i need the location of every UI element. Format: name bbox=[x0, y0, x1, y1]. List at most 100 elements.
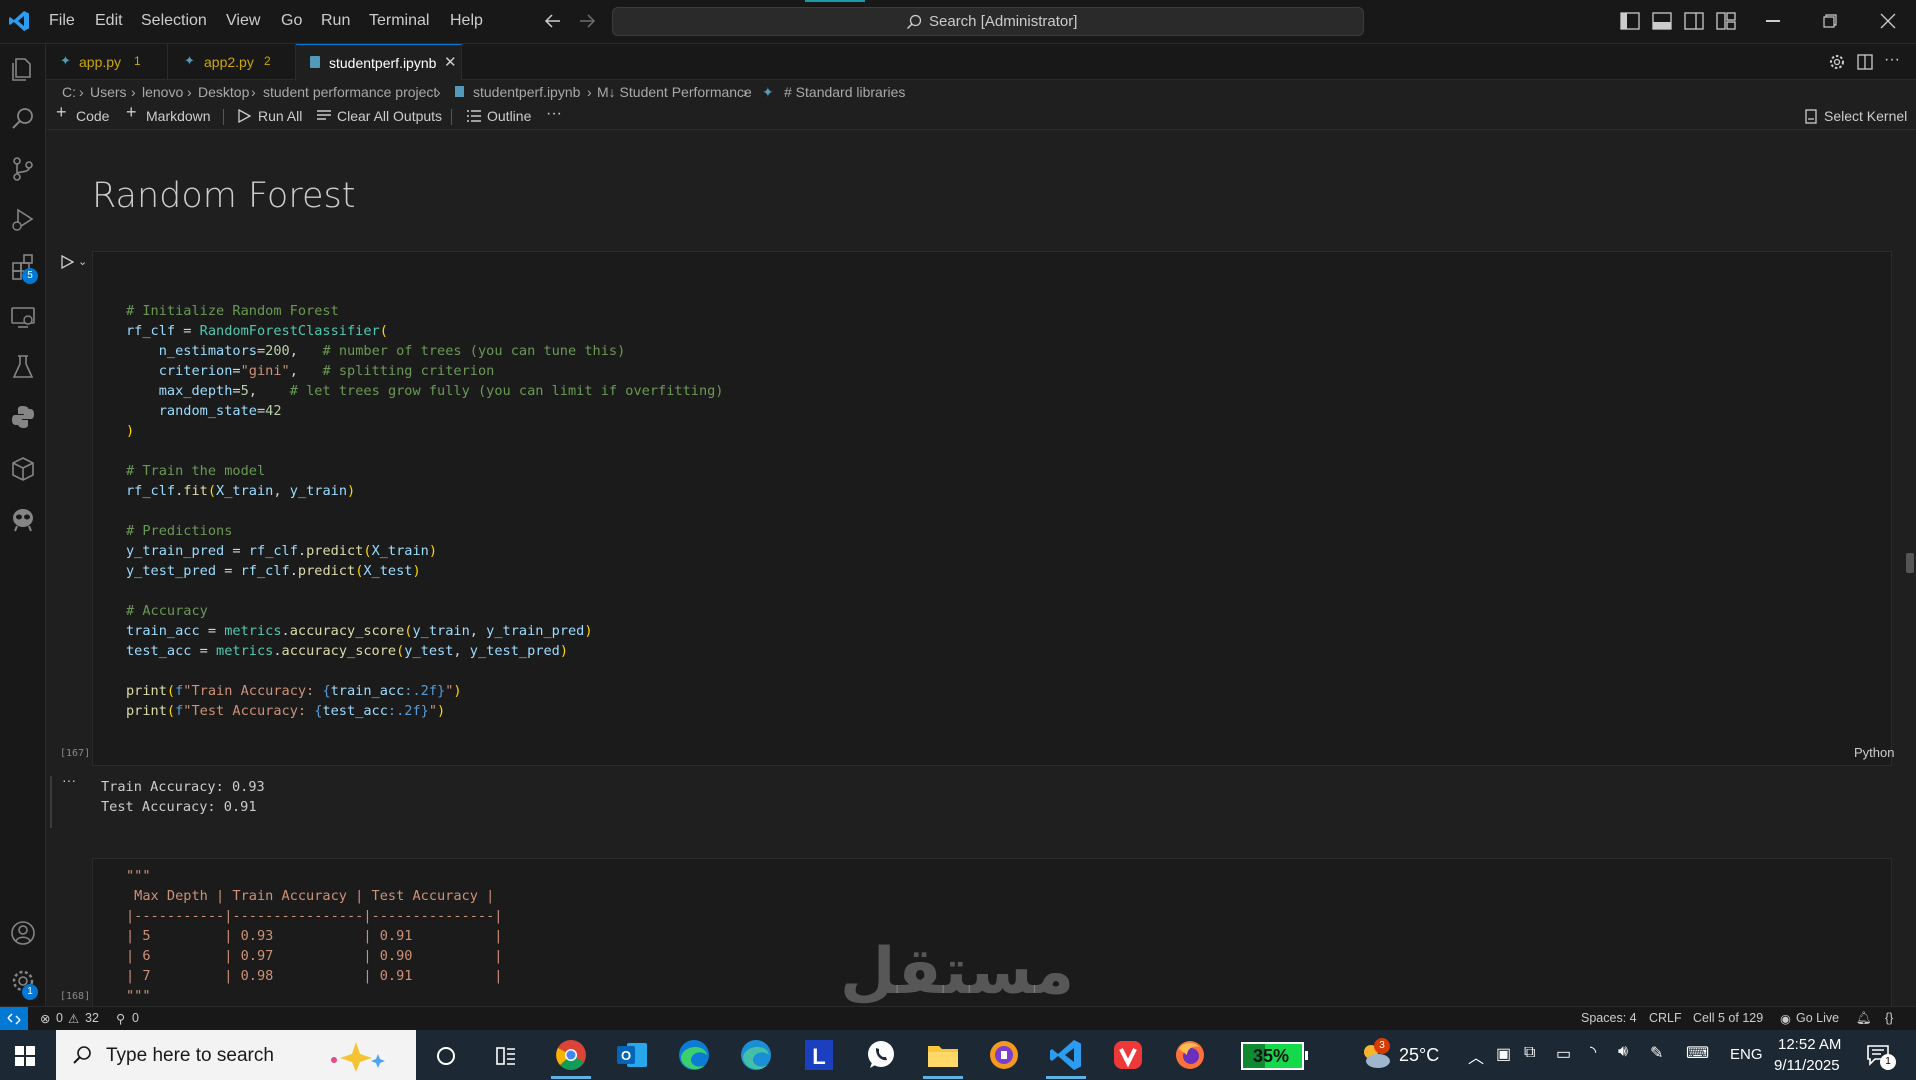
output-line: Train Accuracy: 0.93 bbox=[101, 779, 265, 795]
battery-widget[interactable]: 35% bbox=[1241, 1042, 1304, 1070]
cell-source[interactable]: """ Max Depth | Train Accuracy | Test Ac… bbox=[126, 866, 502, 1006]
source-line: |-----------|----------------|----------… bbox=[126, 908, 503, 924]
run-all-label: Run All bbox=[258, 108, 303, 124]
breadcrumb-item[interactable]: Desktop bbox=[198, 84, 249, 100]
menu-file[interactable]: File bbox=[49, 12, 75, 30]
testing-flask-icon[interactable] bbox=[8, 352, 38, 382]
firefox-app-icon[interactable] bbox=[1171, 1037, 1209, 1073]
output-actions-icon[interactable]: ··· bbox=[62, 772, 76, 788]
minimize-button[interactable] bbox=[1766, 20, 1780, 22]
breadcrumb-item[interactable]: Users bbox=[90, 84, 127, 100]
toggle-primary-sidebar-icon[interactable] bbox=[1620, 12, 1640, 30]
extensions-icon[interactable]: 5 bbox=[8, 252, 38, 284]
breadcrumb-item[interactable]: student performance project bbox=[263, 84, 437, 100]
menu-go[interactable]: Go bbox=[281, 12, 302, 30]
split-editor-icon[interactable] bbox=[1856, 53, 1874, 71]
search-icon bbox=[906, 14, 922, 30]
notification-center-icon[interactable]: 1 bbox=[1866, 1044, 1896, 1070]
tab-close-icon[interactable]: ✕ bbox=[444, 53, 457, 71]
vertical-scrollbar[interactable] bbox=[1906, 553, 1914, 573]
accounts-icon[interactable] bbox=[8, 918, 38, 948]
menu-terminal[interactable]: Terminal bbox=[369, 12, 429, 30]
pen-icon[interactable]: ✎ bbox=[1650, 1043, 1663, 1063]
task-view-icon[interactable] bbox=[435, 1045, 457, 1067]
eol-button[interactable]: CRLF bbox=[1649, 1011, 1682, 1025]
close-window-button[interactable] bbox=[1880, 13, 1896, 29]
input-language[interactable]: ENG bbox=[1730, 1046, 1763, 1063]
outlook-app-icon[interactable]: O bbox=[613, 1037, 651, 1073]
run-options-chevron-icon[interactable]: ⌄ bbox=[78, 255, 87, 268]
breadcrumb-item[interactable]: lenovo bbox=[142, 84, 183, 100]
edge-beta-app-icon[interactable] bbox=[737, 1037, 775, 1073]
search-sidebar-icon[interactable] bbox=[8, 104, 38, 134]
tab-app-py[interactable]: ✦ app.py 1 bbox=[46, 44, 168, 80]
back-arrow-icon[interactable] bbox=[544, 13, 562, 29]
manage-gear-icon[interactable]: 1 bbox=[8, 966, 38, 1000]
package-box-icon[interactable] bbox=[8, 454, 38, 484]
toggle-panel-icon[interactable] bbox=[1652, 12, 1672, 30]
menu-help[interactable]: Help bbox=[450, 12, 483, 30]
meet-now-icon[interactable]: ▣ bbox=[1496, 1044, 1511, 1064]
vscode-app-icon[interactable] bbox=[1047, 1037, 1085, 1073]
broadcast-icon: ◉ bbox=[1780, 1012, 1791, 1026]
status-bar: ⊗ 0 ⚠ 32 ⚲ 0 Spaces: 4 CRLF Cell 5 of 12… bbox=[0, 1006, 1916, 1031]
menu-view[interactable]: View bbox=[226, 12, 260, 30]
cell-language[interactable]: Python bbox=[1854, 745, 1894, 760]
restore-button[interactable] bbox=[1823, 14, 1837, 28]
notifications-bell-icon[interactable]: 🔔︎ bbox=[1856, 1011, 1872, 1026]
cell-output: Train Accuracy: 0.93 Test Accuracy: 0.91 bbox=[101, 777, 265, 817]
volume-icon[interactable]: 🔊︎ bbox=[1618, 1043, 1628, 1061]
chrome-app-icon[interactable] bbox=[552, 1037, 590, 1073]
tab-studentperf-ipynb[interactable]: studentperf.ipynb ✕ bbox=[296, 44, 462, 80]
taskbar-search-box[interactable]: Type here to search bbox=[56, 1030, 416, 1080]
indentation-button[interactable]: Spaces: 4 bbox=[1581, 1011, 1637, 1025]
breadcrumb-item[interactable]: studentperf.ipynb bbox=[473, 84, 580, 100]
remote-explorer-icon[interactable] bbox=[8, 302, 38, 332]
edge-app-icon[interactable] bbox=[675, 1037, 713, 1073]
clock-date[interactable]: 9/11/2025 bbox=[1774, 1057, 1840, 1074]
copilot-alien-icon[interactable] bbox=[8, 504, 38, 534]
toolbar-more-icon[interactable]: ··· bbox=[546, 105, 562, 123]
wifi-icon[interactable]: ◝ bbox=[1590, 1042, 1596, 1062]
more-actions-icon[interactable]: ··· bbox=[1884, 51, 1900, 69]
python-file-icon: ✦ bbox=[184, 53, 195, 68]
command-center-search[interactable]: Search [Administrator] bbox=[612, 7, 1364, 36]
braces-icon[interactable]: {} bbox=[1885, 1011, 1893, 1025]
battery-tray-icon[interactable]: ▭ bbox=[1556, 1044, 1571, 1064]
output-collapse-bar[interactable] bbox=[50, 776, 52, 828]
breadcrumb-item[interactable]: M↓ Student Performance bbox=[597, 84, 752, 100]
cell-source[interactable]: # Initialize Random Forest rf_clf = Rand… bbox=[126, 301, 724, 721]
forward-arrow-icon[interactable] bbox=[578, 13, 596, 29]
file-explorer-app-icon[interactable] bbox=[924, 1037, 962, 1073]
source-line: | 5 | 0.93 | 0.91 | bbox=[126, 928, 503, 944]
toggle-secondary-sidebar-icon[interactable] bbox=[1684, 12, 1704, 30]
source-control-icon[interactable] bbox=[8, 154, 38, 184]
menu-run[interactable]: Run bbox=[321, 12, 350, 30]
display-icon[interactable]: ⧉ bbox=[1524, 1044, 1535, 1062]
brave-vpn-app-icon[interactable] bbox=[985, 1037, 1023, 1073]
tab-app2-py[interactable]: ✦ app2.py 2 bbox=[168, 44, 296, 80]
explorer-icon[interactable] bbox=[8, 54, 38, 84]
breadcrumb-item[interactable]: C: bbox=[62, 84, 76, 100]
windows-start-icon[interactable] bbox=[15, 1046, 35, 1066]
widgets-icon[interactable] bbox=[495, 1045, 517, 1067]
clock-time[interactable]: 12:52 AM bbox=[1778, 1036, 1841, 1053]
notebook-toolbar: + Code + Markdown Run All Clear All Outp… bbox=[46, 102, 1916, 130]
menu-selection[interactable]: Selection bbox=[141, 12, 207, 30]
source-line: """ bbox=[126, 988, 151, 1004]
cell-position[interactable]: Cell 5 of 129 bbox=[1693, 1011, 1763, 1025]
remote-indicator-button[interactable] bbox=[0, 1007, 28, 1031]
whatsapp-app-icon[interactable] bbox=[862, 1037, 900, 1073]
menu-edit[interactable]: Edit bbox=[95, 12, 123, 30]
python-icon[interactable] bbox=[8, 402, 38, 432]
show-hidden-icons-chevron-icon[interactable]: ︿ bbox=[1468, 1044, 1484, 1068]
customize-layout-icon[interactable] bbox=[1716, 12, 1736, 30]
breadcrumb-item[interactable]: # Standard libraries bbox=[784, 84, 905, 100]
run-debug-icon[interactable] bbox=[8, 204, 38, 234]
touch-keyboard-icon[interactable]: ⌨ bbox=[1686, 1043, 1709, 1063]
run-cell-button[interactable] bbox=[60, 255, 74, 269]
weather-widget[interactable]: 3 bbox=[1360, 1038, 1392, 1070]
notebook-settings-gear-icon[interactable] bbox=[1828, 53, 1846, 71]
vivaldi-app-icon[interactable] bbox=[1109, 1037, 1147, 1073]
linkedin-learning-app-icon[interactable]: L bbox=[800, 1037, 838, 1073]
